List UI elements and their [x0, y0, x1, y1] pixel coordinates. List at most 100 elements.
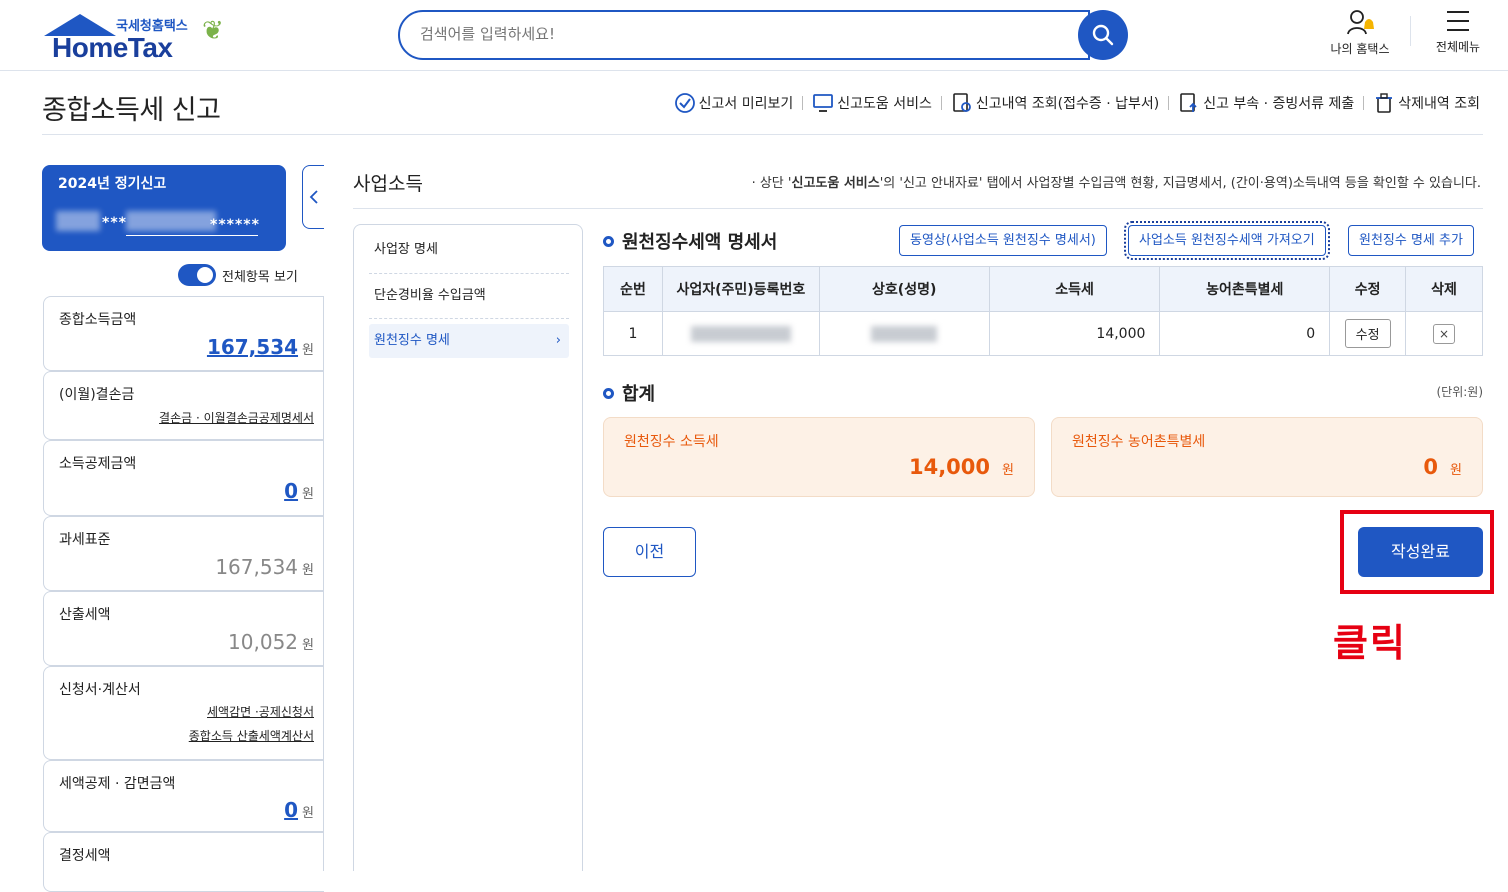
col-reg-number: 사업자(주민)등록번호 [661, 266, 820, 312]
help-service-link[interactable]: 신고도움 서비스 [812, 92, 932, 114]
summary-item-determined-tax: 결정세액 [43, 832, 324, 892]
cell-edit: 수정 [1329, 311, 1407, 356]
summary-value: 167,534 원 [215, 555, 314, 579]
attach-submit-label: 신고 부속 · 증빙서류 제출 [1203, 96, 1355, 112]
collapse-sidebar-button[interactable] [302, 165, 324, 229]
section-title: 사업소득 [353, 173, 423, 195]
highlight-box [1340, 510, 1494, 594]
site-header: 국세청홈택스 HomeTax ❦ 나의 홈택스 전체메뉴 [0, 0, 1508, 71]
section-divider [353, 208, 1483, 209]
taxpayer-card: 2024년 정기신고 *** ****** [42, 165, 286, 251]
table-row: 1 14,000 0 수정 × [603, 311, 1483, 356]
subnav-business-place[interactable]: 사업장 명세 [369, 233, 569, 267]
summary-item-total-income[interactable]: 종합소득금액 167,534 원 [43, 296, 324, 371]
all-menu-label: 전체메뉴 [1435, 40, 1481, 54]
sidebar-border [323, 296, 324, 871]
user-bell-icon [1347, 10, 1374, 35]
hamburger-icon [1447, 11, 1469, 31]
masked-reg-number [690, 325, 791, 342]
withholding-table: 순번 사업자(주민)등록번호 상호(성명) 소득세 농어촌특별세 수정 삭제 1… [603, 266, 1483, 356]
summary-item-income-deduction[interactable]: 소득공제금액 0원 [43, 440, 324, 516]
total-income-tax-label: 원천징수 소득세 [624, 434, 719, 450]
total-income-tax-value: 14,000 원 [908, 455, 1014, 479]
summary-label: 산출세액 [59, 607, 111, 623]
check-circle-icon [674, 93, 695, 113]
subnav-simple-expense[interactable]: 단순경비율 수입금액 [369, 279, 569, 313]
summary-value: 167,534 원 [206, 335, 314, 359]
title-divider [42, 134, 1483, 135]
masked-name-stars: *** [102, 215, 127, 231]
summary-label: (이월)결손금 [59, 387, 135, 403]
all-menu-button[interactable]: 전체메뉴 [1418, 8, 1498, 66]
reduction-application-link[interactable]: 세액감면 ·공제신청서 [207, 703, 314, 720]
search-button[interactable] [1078, 10, 1128, 60]
import-withholding-button[interactable]: 사업소득 원천징수세액 가져오기 [1124, 221, 1330, 260]
number-underline [126, 235, 258, 236]
section-note: · 상단 '신고도움 서비스'의 '신고 안내자료' 탭에서 사업장별 수입금액… [751, 176, 1481, 191]
bullet-icon [603, 235, 614, 247]
total-rural-tax-value: 0원 [1423, 455, 1462, 479]
summary-item-tax-credit[interactable]: 세액공제 · 감면금액 0원 [43, 760, 324, 832]
plant-icon: ❦ [202, 16, 224, 46]
subnav-withholding-label: 원천징수 명세 [374, 333, 450, 348]
show-all-toggle[interactable] [178, 264, 216, 286]
unit-note: (단위:원) [1436, 385, 1483, 399]
link-divider [1363, 96, 1365, 110]
loss-statement-link[interactable]: 결손금 · 이월결손금공제명세서 [159, 409, 314, 426]
video-guide-button[interactable]: 동영상(사업소득 원천징수 명세서) [899, 225, 1107, 256]
summary-label: 과세표준 [59, 532, 111, 548]
summary-label: 신청서·계산서 [59, 682, 141, 698]
note-bullet: · [751, 176, 760, 191]
chevron-left-icon [309, 190, 318, 204]
document-search-icon [953, 93, 971, 112]
summary-label: 종합소득금액 [59, 312, 137, 328]
help-service-label: 신고도움 서비스 [837, 96, 932, 112]
trash-icon [1376, 93, 1393, 113]
deleted-history-label: 삭제내역 조회 [1398, 96, 1480, 112]
add-withholding-button[interactable]: 원천징수 명세 추가 [1348, 225, 1474, 256]
summary-item-loss: (이월)결손금 결손금 · 이월결손금공제명세서 [43, 371, 324, 440]
tax-calculation-link[interactable]: 종합소득 산출세액계산서 [189, 727, 314, 744]
col-rural-tax: 농어촌특별세 [1159, 266, 1331, 312]
total-title: 합계 [603, 380, 655, 406]
col-delete: 삭제 [1405, 266, 1483, 312]
summary-label: 소득공제금액 [59, 456, 137, 472]
total-rural-tax-box: 원천징수 농어촌특별세 0원 [1051, 417, 1483, 497]
show-all-label: 전체항목 보기 [222, 269, 298, 285]
search-input[interactable] [400, 12, 1040, 56]
subnav-divider [369, 318, 569, 319]
filing-period: 2024년 정기신고 [58, 176, 167, 192]
link-divider [940, 96, 942, 110]
delete-row-button[interactable]: × [1433, 323, 1456, 344]
deleted-history-link[interactable]: 삭제내역 조회 [1373, 92, 1480, 114]
col-income-tax: 소득세 [988, 266, 1161, 312]
col-edit: 수정 [1329, 266, 1407, 312]
total-income-tax-box: 원천징수 소득세 14,000 원 [603, 417, 1035, 497]
history-link-label: 신고내역 조회(접수증 · 납부서) [975, 96, 1160, 112]
preview-link[interactable]: 신고서 미리보기 [674, 92, 794, 114]
search-icon [1092, 24, 1114, 46]
summary-item-applications: 신청서·계산서 세액감면 ·공제신청서 종합소득 산출세액계산서 [43, 666, 324, 760]
attach-submit-link[interactable]: 신고 부속 · 증빙서류 제출 [1178, 92, 1354, 114]
preview-link-label: 신고서 미리보기 [698, 96, 794, 112]
col-no: 순번 [603, 266, 663, 312]
show-all-toggle-row: 전체항목 보기 [178, 264, 298, 286]
subnav-withholding[interactable]: 원천징수 명세 › [369, 324, 569, 358]
cell-company [819, 311, 990, 356]
previous-button[interactable]: 이전 [603, 527, 696, 577]
link-divider [802, 96, 804, 110]
masked-number [126, 211, 216, 231]
table-header-row: 순번 사업자(주민)등록번호 상호(성명) 소득세 농어촌특별세 수정 삭제 [603, 266, 1483, 312]
summary-item-tax-base: 과세표준 167,534 원 [43, 516, 324, 591]
cell-delete: × [1406, 312, 1483, 356]
total-rural-tax-label: 원천징수 농어촌특별세 [1072, 434, 1206, 450]
edit-row-button[interactable]: 수정 [1344, 319, 1391, 348]
col-company: 상호(성명) [818, 266, 990, 312]
logo-title: HomeTax [52, 32, 173, 63]
summary-item-computed-tax: 산출세액 10,052 원 [43, 591, 324, 666]
link-divider [1168, 96, 1170, 110]
search-bar [398, 10, 1090, 60]
my-hometax-button[interactable]: 나의 홈택스 [1320, 8, 1400, 66]
hometax-logo[interactable]: 국세청홈택스 HomeTax ❦ [42, 12, 262, 63]
history-link[interactable]: 신고내역 조회(접수증 · 납부서) [951, 92, 1159, 114]
